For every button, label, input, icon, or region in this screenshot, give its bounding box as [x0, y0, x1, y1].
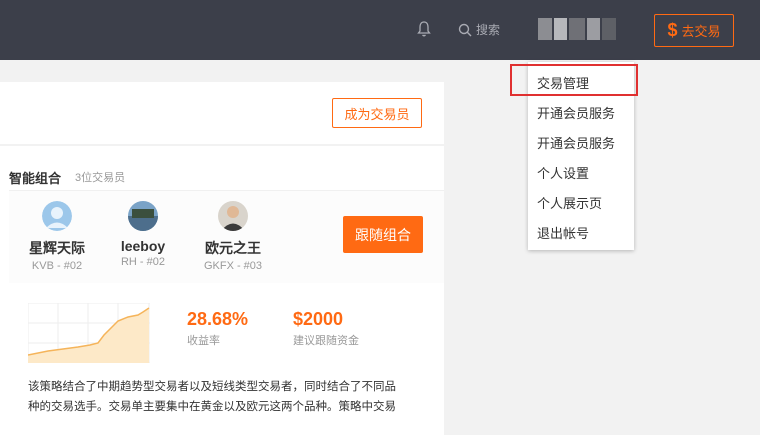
- avatar-photo: [128, 201, 158, 231]
- description-line: 该策略结合了中期趋势型交易者以及短线类型交易者，同时结合了不同品: [28, 381, 396, 393]
- performance-panel: 28.68% 收益率 $2000 建议跟随资金 该策略结合了中期趋势型交易者以及…: [9, 283, 444, 435]
- return-sparkline: [28, 303, 150, 363]
- user-avatar-blurred[interactable]: [538, 18, 616, 40]
- highlight-annotation: [510, 64, 638, 96]
- combo-subtitle: 3位交易员: [75, 172, 126, 184]
- return-label: 收益率: [187, 335, 220, 347]
- menu-item-logout[interactable]: 退出帐号: [537, 223, 589, 242]
- menu-item-profile-page[interactable]: 个人展示页: [537, 193, 602, 212]
- go-trade-button[interactable]: $ 去交易: [654, 14, 734, 47]
- smart-combo-card: 智能组合 3位交易员 星辉天际 KVB - #02 leeboy RH - #0…: [0, 146, 444, 435]
- strategy-description: 该策略结合了中期趋势型交易者以及短线类型交易者，同时结合了不同品 种的交易选手。…: [28, 377, 428, 417]
- search-icon: [458, 23, 472, 36]
- trader-code: GKFX - #03: [203, 260, 263, 272]
- bell-icon[interactable]: [416, 20, 432, 38]
- description-line: 种的交易选手。交易单主要集中在黄金以及欧元这两个品种。策略中交易: [28, 401, 396, 413]
- header-card: 成为交易员: [0, 82, 444, 144]
- dollar-icon: $: [667, 20, 678, 40]
- menu-item-open-membership[interactable]: 开通会员服务: [537, 103, 615, 122]
- funds-stat: $2000 建议跟随资金: [293, 309, 359, 348]
- follow-combo-button[interactable]: 跟随组合: [343, 216, 423, 253]
- menu-item-personal-settings[interactable]: 个人设置: [537, 163, 589, 182]
- trader-code: RH - #02: [120, 256, 166, 268]
- search-link[interactable]: 搜索: [458, 21, 500, 38]
- combo-title: 智能组合: [9, 171, 62, 186]
- return-value: 28.68%: [187, 309, 249, 329]
- funds-value: $2000: [293, 309, 344, 329]
- trader-code: KVB - #02: [31, 260, 83, 272]
- combo-box: 星辉天际 KVB - #02 leeboy RH - #02 欧元之王 GKFX…: [9, 190, 444, 435]
- trader-name: 星辉天际: [29, 240, 85, 256]
- trader-2[interactable]: leeboy RH - #02: [98, 201, 188, 268]
- trader-name: 欧元之王: [205, 240, 261, 256]
- top-navigation-bar: 搜索 $ 去交易: [0, 0, 760, 60]
- trader-name: leeboy: [120, 238, 166, 254]
- funds-label: 建议跟随资金: [293, 335, 359, 347]
- trader-1[interactable]: 星辉天际 KVB - #02: [12, 201, 102, 272]
- return-stat: 28.68% 收益率: [187, 309, 248, 348]
- avatar-default-icon: [42, 201, 72, 231]
- menu-item-open-membership-2[interactable]: 开通会员服务: [537, 133, 615, 152]
- search-label: 搜索: [476, 23, 501, 37]
- go-trade-label: 去交易: [681, 24, 721, 39]
- trader-3[interactable]: 欧元之王 GKFX - #03: [188, 201, 278, 272]
- avatar-photo: [218, 201, 248, 231]
- become-trader-button[interactable]: 成为交易员: [332, 98, 422, 128]
